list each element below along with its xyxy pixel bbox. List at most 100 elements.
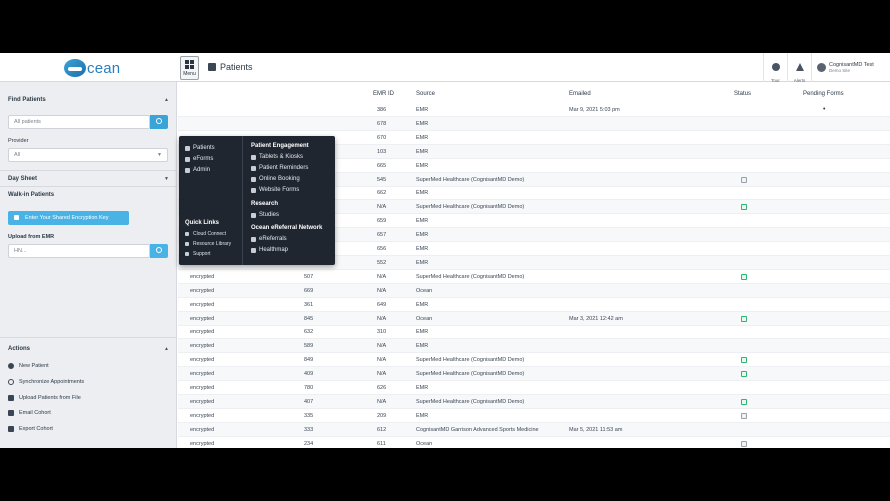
menu-item-tablets-kiosks[interactable]: Tablets & Kiosks (251, 154, 303, 160)
menu-item-healthmap[interactable]: Healthmap (251, 247, 288, 253)
user-menu[interactable]: CognisantMD Test Demo Site (811, 53, 890, 82)
emailed-cell: Mar 5, 2021 11:53 am (569, 426, 623, 433)
patient-name-cell: encrypted (190, 385, 215, 391)
search-button[interactable] (150, 115, 168, 129)
patient-name-cell: encrypted (190, 301, 215, 308)
menu-item-studies[interactable]: Studies (251, 212, 279, 218)
table-row[interactable]: encrypted 849 N/A SuperMed Healthcare (Cogn… (178, 353, 890, 368)
table-row[interactable]: 386 EMR Mar 9, 2021 5:03 pm • (178, 103, 890, 117)
status-form-icon[interactable] (741, 398, 747, 405)
table-row[interactable]: encrypted 361 649 EMR (178, 298, 890, 312)
col-source[interactable]: Source (416, 91, 435, 97)
quick-link-label: Support (193, 251, 211, 257)
bell-icon (795, 63, 804, 71)
walk-in-header[interactable]: Walk-in Patients (0, 192, 177, 198)
emr-id-cell: 209 (377, 412, 387, 419)
quick-link-cloud-connect[interactable]: Cloud Connect (185, 231, 226, 237)
find-patients-header[interactable]: Find Patients ▲ (0, 97, 177, 103)
menu-item-label: Admin (193, 167, 211, 173)
menu-button[interactable]: Menu (180, 56, 199, 80)
export-cohort-action[interactable]: Export Cohort (8, 426, 53, 432)
table-row[interactable]: encrypted 407 N/A SuperMed Healthcare (Cogn… (178, 394, 890, 409)
status-form-icon[interactable] (741, 176, 747, 183)
upload-emr-input[interactable]: HN... (8, 244, 150, 258)
menu-item-website-forms[interactable]: Website Forms (251, 187, 299, 193)
sidebar: Find Patients ▲ All patients Provider Al… (0, 82, 177, 448)
email-cohort-action[interactable]: Email Cohort (8, 410, 51, 416)
table-row[interactable]: encrypted 780 626 EMR (178, 381, 890, 395)
patient-name-cell: encrypted (190, 412, 215, 419)
menu-item-patients[interactable]: Patients (185, 145, 215, 151)
tour-button[interactable]: Tour (763, 53, 787, 83)
source-cell: EMR (416, 134, 429, 141)
table-row[interactable]: encrypted 335 209 EMR (178, 409, 890, 423)
emr-id-cell: 545 (377, 176, 387, 183)
new-patient-action[interactable]: New Patient (8, 363, 49, 369)
patient-search-input[interactable]: All patients (8, 115, 150, 129)
app-window: cean Menu Patients Tour Alerts Cognisant… (0, 53, 890, 448)
status-form-icon[interactable] (741, 412, 747, 419)
ocean-logo[interactable]: cean (64, 58, 120, 78)
source-cell: SuperMed Healthcare (CognisantMD Demo) (416, 176, 525, 183)
status-form-icon[interactable] (741, 357, 747, 364)
user-name: CognisantMD Test (829, 61, 874, 68)
col-status[interactable]: Status (734, 91, 751, 97)
health-number-cell: 632 (304, 329, 314, 336)
provider-select[interactable]: All ▼ (8, 148, 168, 162)
quick-link-support[interactable]: Support (185, 251, 211, 257)
actions-label: Actions (8, 346, 31, 352)
table-row[interactable]: encrypted 632 310 EMR (178, 325, 890, 340)
table-row[interactable]: encrypted 234 611 Ocean (178, 437, 890, 448)
calendar-icon (251, 177, 256, 182)
monitor-icon (251, 188, 256, 193)
status-form-icon[interactable] (741, 273, 747, 280)
emr-id-cell: 659 (377, 218, 387, 225)
status-form-icon[interactable] (741, 315, 747, 322)
status-form-icon[interactable] (741, 371, 747, 378)
menu-item-admin[interactable]: Admin (185, 167, 210, 173)
emr-id-cell: 103 (377, 148, 387, 155)
lock-icon (14, 215, 19, 220)
upload-button[interactable] (150, 244, 168, 258)
source-cell: SuperMed Healthcare (CognisantMD Demo) (416, 357, 525, 364)
menu-item-eforms[interactable]: eForms (185, 156, 213, 162)
menu-item-online-booking[interactable]: Online Booking (251, 176, 300, 182)
encryption-key-button[interactable]: Enter Your Shared Encryption Key (8, 211, 129, 225)
table-row[interactable]: encrypted 589 N/A EMR (178, 339, 890, 354)
emailed-cell: Mar 3, 2021 12:42 am (569, 315, 623, 322)
col-emailed[interactable]: Emailed (569, 91, 591, 97)
upload-patients-action[interactable]: Upload Patients from File (8, 395, 81, 401)
sync-appointments-action[interactable]: Synchronize Appointments (8, 379, 84, 385)
quick-link-resource-library[interactable]: Resource Library (185, 241, 231, 247)
main-menu-dropdown: Patients eForms Admin Quick Links Cloud … (179, 136, 335, 265)
source-cell: EMR (416, 120, 429, 127)
alerts-button[interactable]: Alerts (787, 53, 811, 83)
health-number-cell: 361 (304, 301, 314, 308)
table-row[interactable]: encrypted 507 N/A SuperMed Healthcare (Cogn… (178, 270, 890, 284)
actions-header[interactable]: Actions ▲ (0, 346, 177, 352)
patient-name-cell: encrypted (190, 398, 215, 405)
col-emr-id[interactable]: EMR ID (373, 91, 394, 97)
action-label: Email Cohort (19, 410, 51, 416)
menu-item-patient-reminders[interactable]: Patient Reminders (251, 165, 308, 171)
status-form-icon[interactable] (741, 440, 747, 447)
source-cell: EMR (416, 385, 429, 391)
col-pending-forms[interactable]: Pending Forms (803, 91, 844, 97)
wrench-icon (185, 168, 190, 173)
table-row[interactable]: encrypted 669 N/A Ocean (178, 283, 890, 298)
day-sheet-header[interactable]: Day Sheet ▼ (0, 176, 177, 182)
source-cell: EMR (416, 148, 429, 155)
cloud-icon (185, 232, 189, 236)
table-row[interactable]: encrypted 845 N/A Ocean Mar 3, 2021 12:42 am (178, 311, 890, 326)
emr-id-cell: 657 (377, 232, 387, 239)
source-cell: SuperMed Healthcare (CognisantMD Demo) (416, 273, 525, 280)
chevron-up-icon: ▲ (164, 97, 169, 103)
chevron-down-icon: ▼ (164, 176, 169, 182)
table-row[interactable]: encrypted 409 N/A SuperMed Healthcare (Cogn… (178, 367, 890, 382)
status-form-icon[interactable] (741, 204, 747, 211)
action-label: Synchronize Appointments (19, 379, 85, 385)
table-row[interactable]: 678 EMR (178, 116, 890, 131)
menu-item-ereferrals[interactable]: eReferrals (251, 236, 287, 242)
table-row[interactable]: encrypted 333 612 CognisantMD Garrison Adva… (178, 422, 890, 437)
source-cell: CognisantMD Garrison Advanced Sports Med… (416, 426, 539, 433)
